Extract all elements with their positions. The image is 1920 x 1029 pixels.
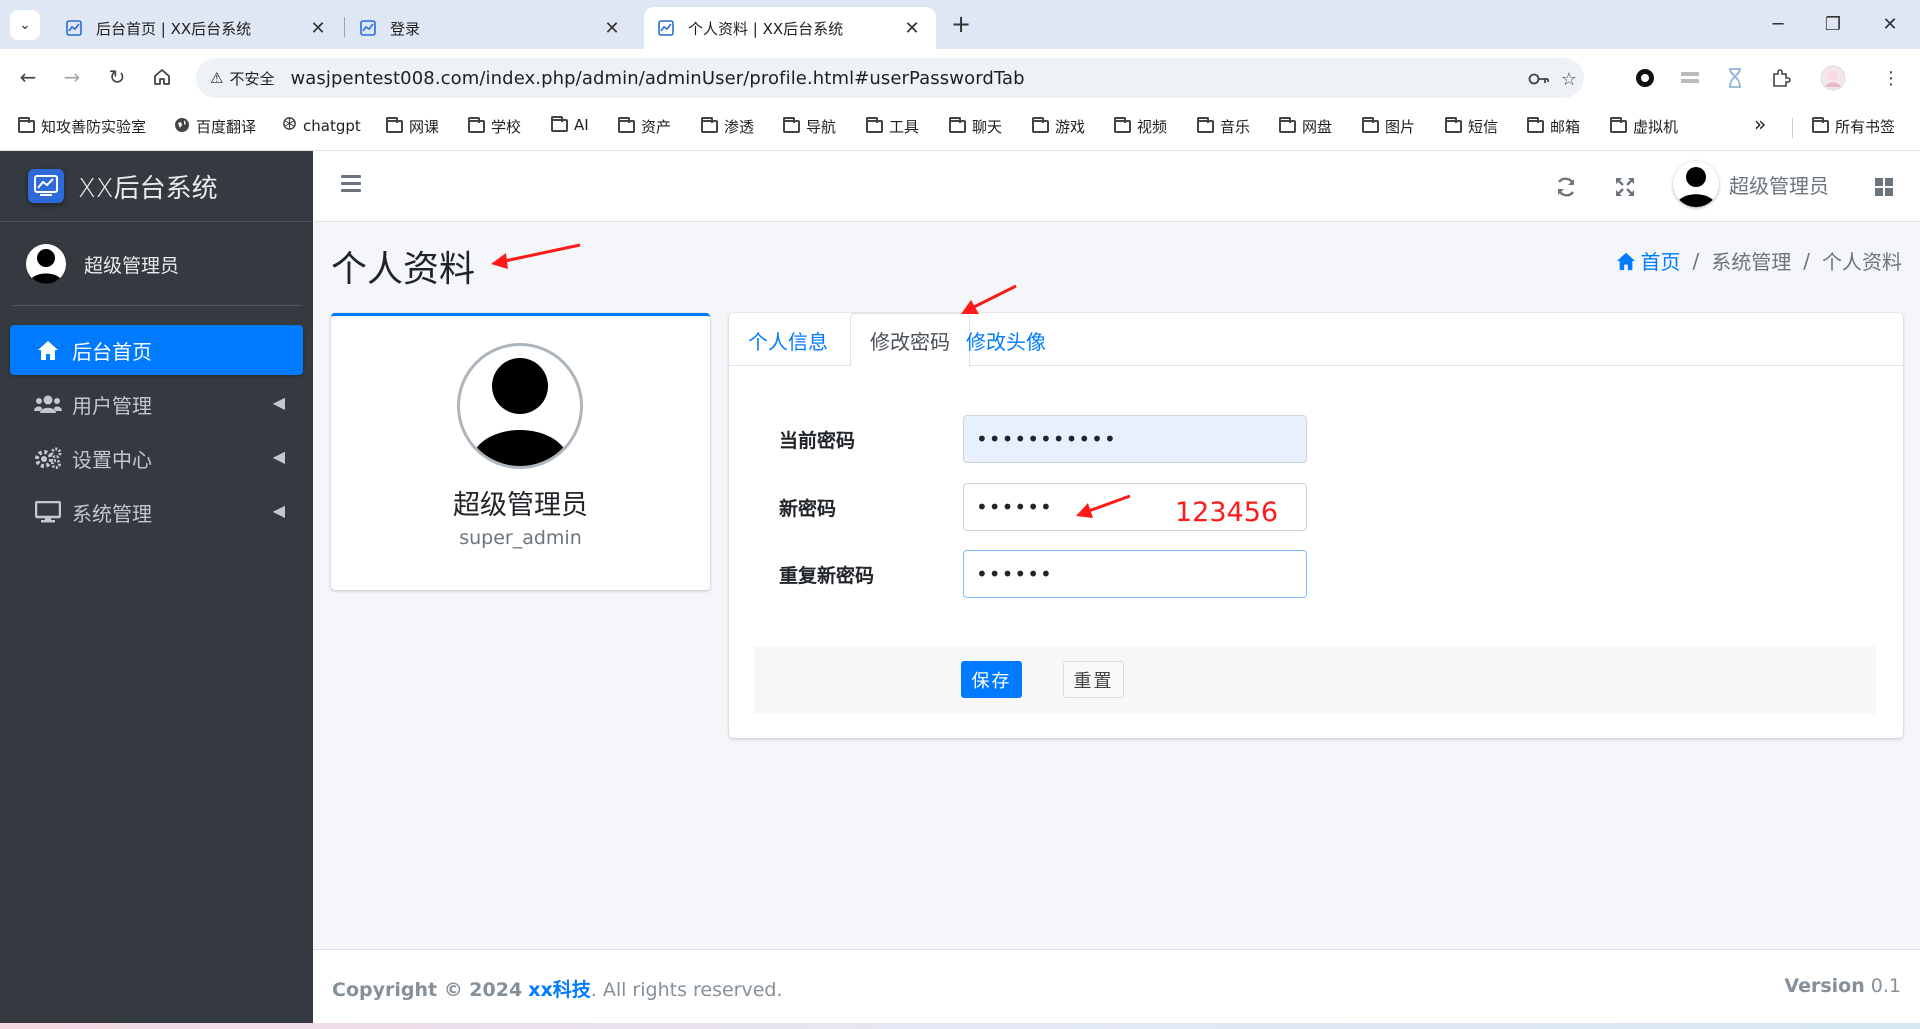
annotation-arrow-tab [961,284,1017,314]
annotation-arrows [491,243,1131,518]
copyright-suffix: . All rights reserved. [590,979,783,1001]
annotation-arrow-new-password [1076,494,1131,518]
taskbar-edge [0,1023,1920,1029]
version-label: Version [1784,975,1865,997]
annotation-arrow-title [491,243,581,269]
page-footer: Copyright © 2024 xx科技. All rights reserv… [313,949,1920,1023]
company-link[interactable]: xx科技 [528,979,591,1001]
version-number: 0.1 [1870,975,1901,997]
version-text: Version 0.1 [1784,975,1901,997]
copyright-text: Copyright © 2024 xx科技. All rights reserv… [332,975,783,1002]
copyright-prefix: Copyright © 2024 [332,979,523,1001]
